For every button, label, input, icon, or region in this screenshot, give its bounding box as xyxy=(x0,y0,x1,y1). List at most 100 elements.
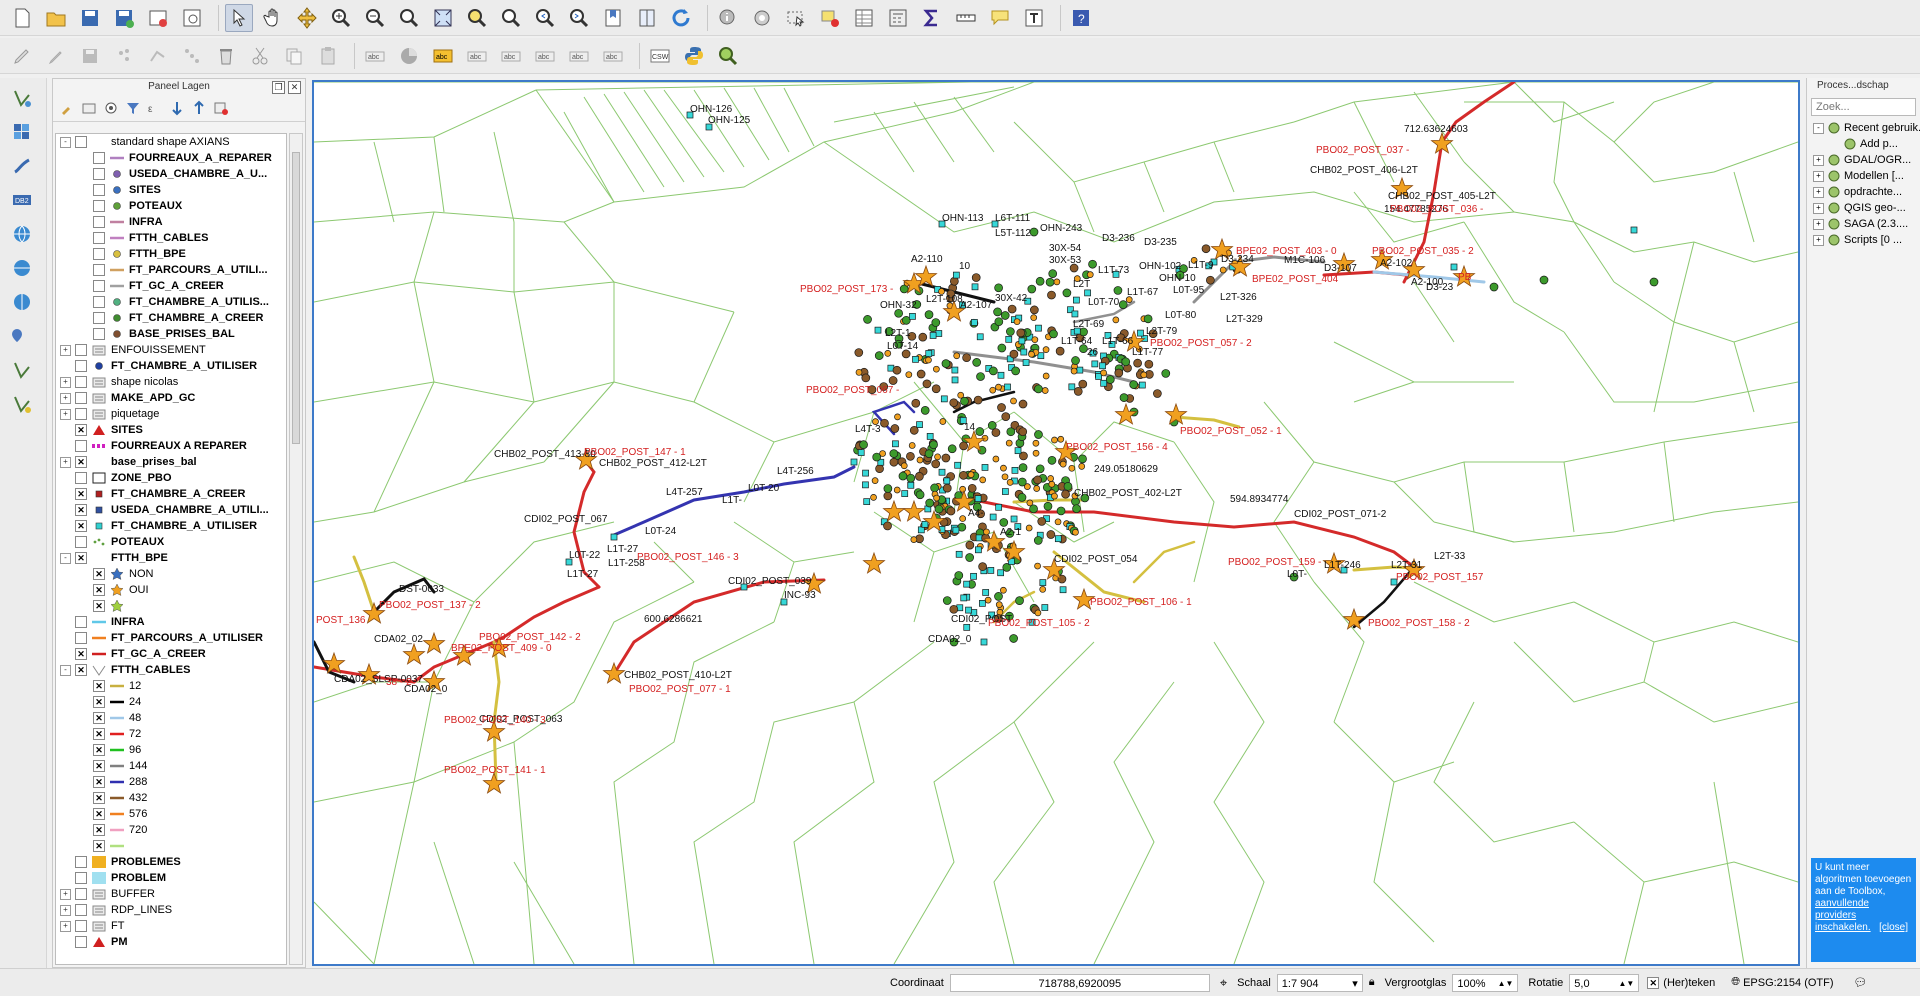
map-feature-point[interactable] xyxy=(1006,478,1014,486)
map-feature-point[interactable] xyxy=(916,456,924,464)
cut-features-icon[interactable] xyxy=(246,42,274,70)
map-feature-point[interactable] xyxy=(854,348,864,357)
map-feature-point[interactable] xyxy=(859,440,868,450)
map-feature-point[interactable] xyxy=(970,572,977,580)
map-feature-point[interactable] xyxy=(1041,604,1049,611)
attribute-table-icon[interactable] xyxy=(850,4,878,32)
add-feature-icon[interactable] xyxy=(110,42,138,70)
map-feature-point[interactable] xyxy=(939,418,947,425)
map-feature-point[interactable] xyxy=(1029,227,1039,237)
map-feature-point[interactable] xyxy=(1059,460,1067,468)
map-feature-point[interactable] xyxy=(976,372,985,381)
map-feature-point[interactable] xyxy=(972,358,982,367)
processing-tree-item[interactable]: + GDAL/OGR... xyxy=(1807,152,1920,168)
layer-row[interactable]: FT_CHAMBRE_A_UTILISER xyxy=(56,358,286,374)
map-feature-point[interactable] xyxy=(1045,277,1055,287)
map-feature-point[interactable] xyxy=(973,395,983,405)
map-feature-point[interactable] xyxy=(1068,464,1076,472)
layer-row[interactable]: INFRA xyxy=(56,214,286,230)
map-feature-point[interactable] xyxy=(959,515,967,522)
map-feature-point[interactable] xyxy=(995,503,1003,511)
add-group-icon[interactable] xyxy=(81,100,97,116)
map-feature-point[interactable] xyxy=(900,462,908,470)
map-feature-point[interactable] xyxy=(965,606,972,614)
map-feature-point[interactable] xyxy=(1018,427,1028,437)
map-feature-point[interactable] xyxy=(930,483,939,493)
show-bookmarks-icon[interactable] xyxy=(633,4,661,32)
zoom-out-icon[interactable] xyxy=(361,4,389,32)
map-feature-point[interactable] xyxy=(1013,318,1021,326)
new-project-icon[interactable] xyxy=(8,4,36,32)
layer-visibility-checkbox[interactable] xyxy=(75,632,87,644)
layer-row[interactable]: FOURREAUX_A_REPARER xyxy=(56,150,286,166)
expand-icon[interactable]: + xyxy=(1813,202,1824,214)
diagram-icon[interactable] xyxy=(395,42,423,70)
map-feature-point[interactable] xyxy=(925,498,935,508)
layer-row[interactable]: POTEAUX xyxy=(56,534,286,550)
map-feature-point[interactable] xyxy=(1054,535,1062,543)
layer-row[interactable]: FOURREAUX A REPARER xyxy=(56,438,286,454)
layer-row[interactable]: ✕ 72 xyxy=(56,726,286,742)
identify-features-icon[interactable] xyxy=(714,4,742,32)
zoom-native-icon[interactable] xyxy=(395,4,423,32)
map-feature-point[interactable] xyxy=(901,315,911,325)
map-feature-point[interactable] xyxy=(994,283,1003,293)
layer-visibility-checkbox[interactable] xyxy=(93,200,105,212)
map-feature-point[interactable] xyxy=(1018,399,1028,409)
map-feature-point[interactable] xyxy=(1035,324,1042,332)
map-feature-point[interactable] xyxy=(993,307,1002,317)
layer-visibility-checkbox[interactable] xyxy=(75,472,87,484)
map-feature-point[interactable] xyxy=(955,550,963,558)
map-feature-point[interactable] xyxy=(875,464,884,473)
map-feature-point[interactable] xyxy=(1048,269,1058,278)
expand-icon[interactable]: + xyxy=(60,408,71,420)
map-feature-point[interactable] xyxy=(1059,586,1067,594)
refresh-icon[interactable] xyxy=(667,4,695,32)
layer-row[interactable]: FT_CHAMBRE_A_CREER xyxy=(56,310,286,326)
zoom-in-icon[interactable] xyxy=(327,4,355,32)
processing-search-input[interactable]: Zoek... xyxy=(1811,98,1916,116)
expand-icon[interactable]: + xyxy=(60,920,71,932)
map-feature-point[interactable] xyxy=(1002,488,1009,495)
map-feature-point[interactable] xyxy=(863,498,871,505)
expand-all-icon[interactable] xyxy=(169,100,185,116)
layer-visibility-checkbox[interactable]: ✕ xyxy=(93,744,105,756)
map-feature-point[interactable] xyxy=(931,318,941,327)
layer-visibility-checkbox[interactable] xyxy=(75,136,87,148)
layer-visibility-checkbox[interactable]: ✕ xyxy=(75,424,87,436)
map-feature-point[interactable] xyxy=(999,518,1009,527)
map-feature-point[interactable] xyxy=(1153,389,1162,398)
field-calculator-icon[interactable] xyxy=(884,4,912,32)
map-feature-point[interactable] xyxy=(1022,359,1030,366)
collapse-icon[interactable]: - xyxy=(60,136,71,148)
map-feature-point[interactable] xyxy=(915,490,925,500)
layer-visibility-checkbox[interactable] xyxy=(75,616,87,628)
map-feature-point[interactable] xyxy=(1032,449,1040,457)
map-feature-point[interactable] xyxy=(1140,371,1148,379)
map-feature-point[interactable] xyxy=(872,452,882,462)
map-feature-point[interactable] xyxy=(1201,244,1211,254)
map-feature-point[interactable] xyxy=(1100,379,1108,387)
map-feature-point[interactable] xyxy=(862,481,869,489)
map-feature-point[interactable] xyxy=(862,469,869,477)
map-feature-point[interactable] xyxy=(1047,475,1054,482)
close-panel-icon[interactable]: ✕ xyxy=(288,81,301,94)
map-feature-point[interactable] xyxy=(941,359,951,368)
map-feature-point[interactable] xyxy=(909,313,916,320)
layer-row[interactable]: + shape nicolas xyxy=(56,374,286,390)
map-feature-point[interactable] xyxy=(1051,492,1058,500)
map-feature-point[interactable] xyxy=(971,319,978,326)
magnifier-spinbox[interactable]: 100% ▲▼ xyxy=(1452,973,1519,992)
map-feature-point[interactable] xyxy=(1039,585,1047,593)
map-feature-point[interactable] xyxy=(1091,360,1099,368)
zoom-full-icon[interactable] xyxy=(429,4,457,32)
map-feature-point[interactable] xyxy=(908,442,916,449)
open-project-icon[interactable] xyxy=(42,4,70,32)
map-feature-point[interactable] xyxy=(962,353,971,363)
map-feature-point[interactable] xyxy=(1138,381,1146,389)
pin-label-icon[interactable]: abc xyxy=(463,42,491,70)
map-feature-point[interactable] xyxy=(941,453,951,463)
layer-visibility-checkbox[interactable] xyxy=(93,296,105,308)
show-hide-label-icon[interactable]: abc xyxy=(497,42,525,70)
map-feature-point[interactable] xyxy=(1004,383,1011,391)
